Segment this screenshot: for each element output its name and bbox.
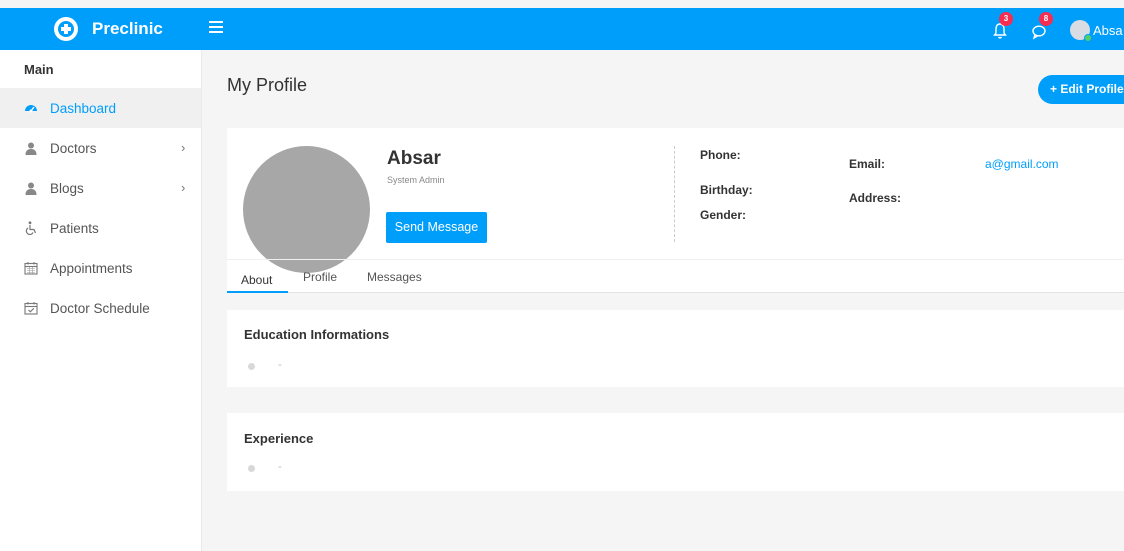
profile-tabs: About Profile Messages — [227, 259, 1124, 293]
email-value[interactable]: a@gmail.com — [985, 157, 1059, 171]
address-label: Address: — [849, 191, 902, 205]
phone-label: Phone: — [700, 148, 741, 162]
notifications-badge: 3 — [999, 12, 1013, 26]
timeline-dot — [248, 465, 255, 472]
avatar — [1070, 20, 1092, 42]
user-icon — [24, 141, 38, 155]
education-item: - — [278, 359, 282, 371]
sidebar: Main Dashboard Doctors › Blogs › Patient… — [0, 50, 202, 551]
gender-label: Gender: — [700, 208, 747, 222]
profile-card: Absar System Admin Send Message Phone: B… — [227, 128, 1124, 293]
messages-badge: 8 — [1039, 12, 1053, 26]
brand-name: Preclinic — [92, 19, 163, 38]
hamburger-menu-icon[interactable] — [209, 21, 223, 35]
user-name: Absa — [1093, 22, 1123, 38]
chevron-right-icon: › — [181, 140, 186, 155]
sidebar-item-label: Doctors — [50, 140, 97, 156]
sidebar-section-title: Main — [24, 62, 54, 77]
education-title: Education Informations — [244, 327, 390, 342]
send-message-button[interactable]: Send Message — [386, 212, 487, 243]
chevron-right-icon: › — [181, 180, 186, 195]
user-menu[interactable]: Absa — [1070, 20, 1123, 42]
notifications-button[interactable]: 3 — [992, 12, 1013, 40]
sidebar-item-dashboard[interactable]: Dashboard — [0, 88, 201, 128]
sidebar-item-label: Doctor Schedule — [50, 300, 150, 316]
edit-profile-button[interactable]: + Edit Profile — [1038, 75, 1124, 104]
tab-profile[interactable]: Profile — [303, 270, 337, 284]
tab-about[interactable]: About — [241, 273, 272, 287]
education-card: Education Informations - — [227, 310, 1124, 387]
user-icon — [24, 181, 38, 195]
wheelchair-icon — [24, 221, 38, 235]
profile-name: Absar — [387, 148, 441, 169]
active-tab-indicator — [227, 291, 288, 293]
sidebar-item-doctors[interactable]: Doctors › — [0, 128, 201, 168]
profile-avatar — [243, 146, 370, 273]
profile-role: System Admin — [387, 175, 445, 185]
sidebar-item-label: Appointments — [50, 260, 133, 276]
online-status-dot — [1084, 34, 1092, 42]
top-header: Preclinic 3 8 Absa — [0, 8, 1124, 50]
birthday-label: Birthday: — [700, 183, 753, 197]
email-label: Email: — [849, 157, 886, 171]
experience-title: Experience — [244, 431, 314, 446]
calendar-icon — [24, 261, 38, 275]
sidebar-item-doctor-schedule[interactable]: Doctor Schedule — [0, 288, 201, 328]
calendar-check-icon — [24, 301, 38, 315]
messages-button[interactable]: 8 — [1031, 12, 1053, 40]
brand-logo[interactable]: Preclinic — [54, 17, 163, 41]
medical-cross-icon — [54, 17, 78, 41]
dashboard-icon — [24, 101, 38, 115]
sidebar-item-label: Dashboard — [50, 100, 117, 116]
sidebar-item-patients[interactable]: Patients — [0, 208, 201, 248]
experience-card: Experience - — [227, 413, 1124, 491]
sidebar-item-label: Patients — [50, 220, 99, 236]
sidebar-item-blogs[interactable]: Blogs › — [0, 168, 201, 208]
tab-messages[interactable]: Messages — [367, 270, 422, 284]
experience-item: - — [278, 461, 282, 473]
page-title: My Profile — [227, 75, 308, 95]
sidebar-item-label: Blogs — [50, 180, 84, 196]
sidebar-item-appointments[interactable]: Appointments — [0, 248, 201, 288]
timeline-dot — [248, 363, 255, 370]
profile-divider — [674, 146, 675, 242]
